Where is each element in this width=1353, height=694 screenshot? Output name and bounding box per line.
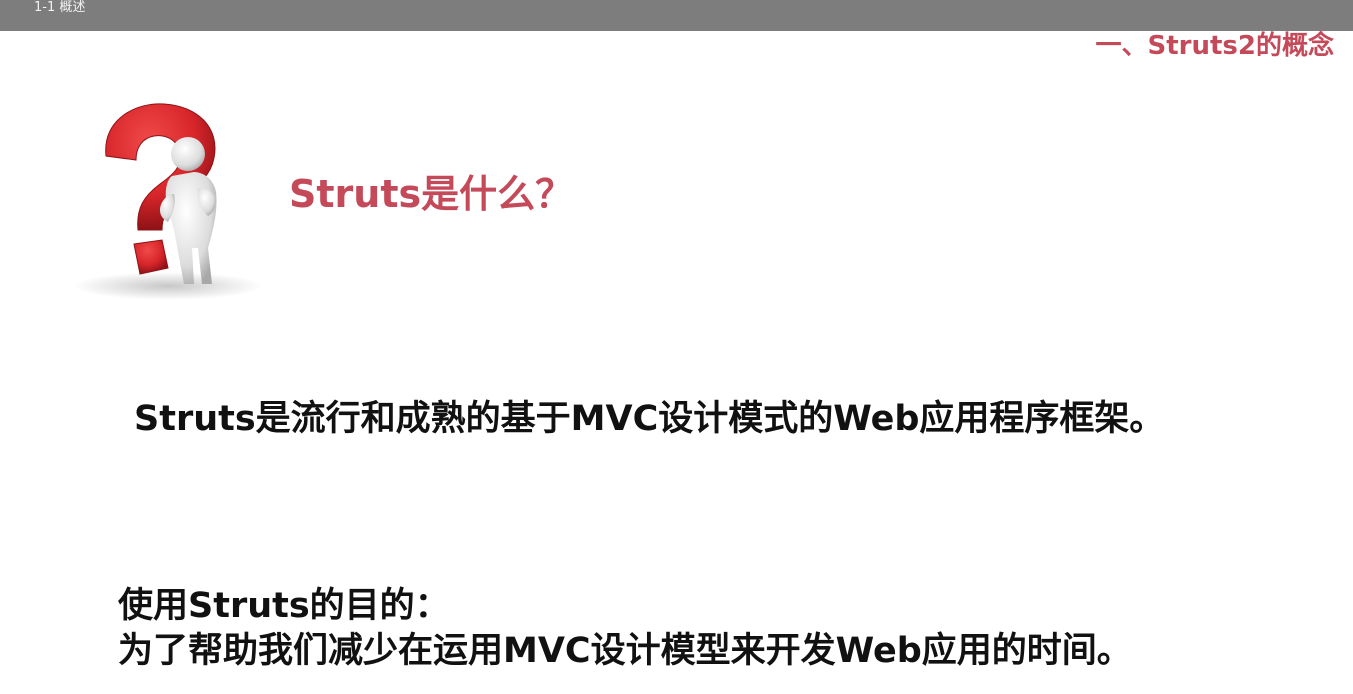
slide-content: 一、Struts2的概念 Struts是什么？ Struts是流行和成熟的基于M… — [0, 31, 1353, 694]
question-mark-figure-icon — [58, 98, 264, 304]
purpose-text: 为了帮助我们减少在运用MVC设计模型来开发Web应用的时间。 — [118, 631, 1132, 671]
purpose-label: 使用Struts的目的： — [118, 586, 450, 626]
question-heading: Struts是什么？ — [289, 172, 574, 216]
video-title-bar: 1-1 概述 — [0, 0, 1353, 31]
video-title: 1-1 概述 — [34, 0, 86, 15]
question-mark-figure-svg — [73, 103, 263, 300]
section-heading: 一、Struts2的概念 — [1095, 31, 1334, 61]
definition-text: Struts是流行和成熟的基于MVC设计模式的Web应用程序框架。 — [134, 399, 1165, 439]
